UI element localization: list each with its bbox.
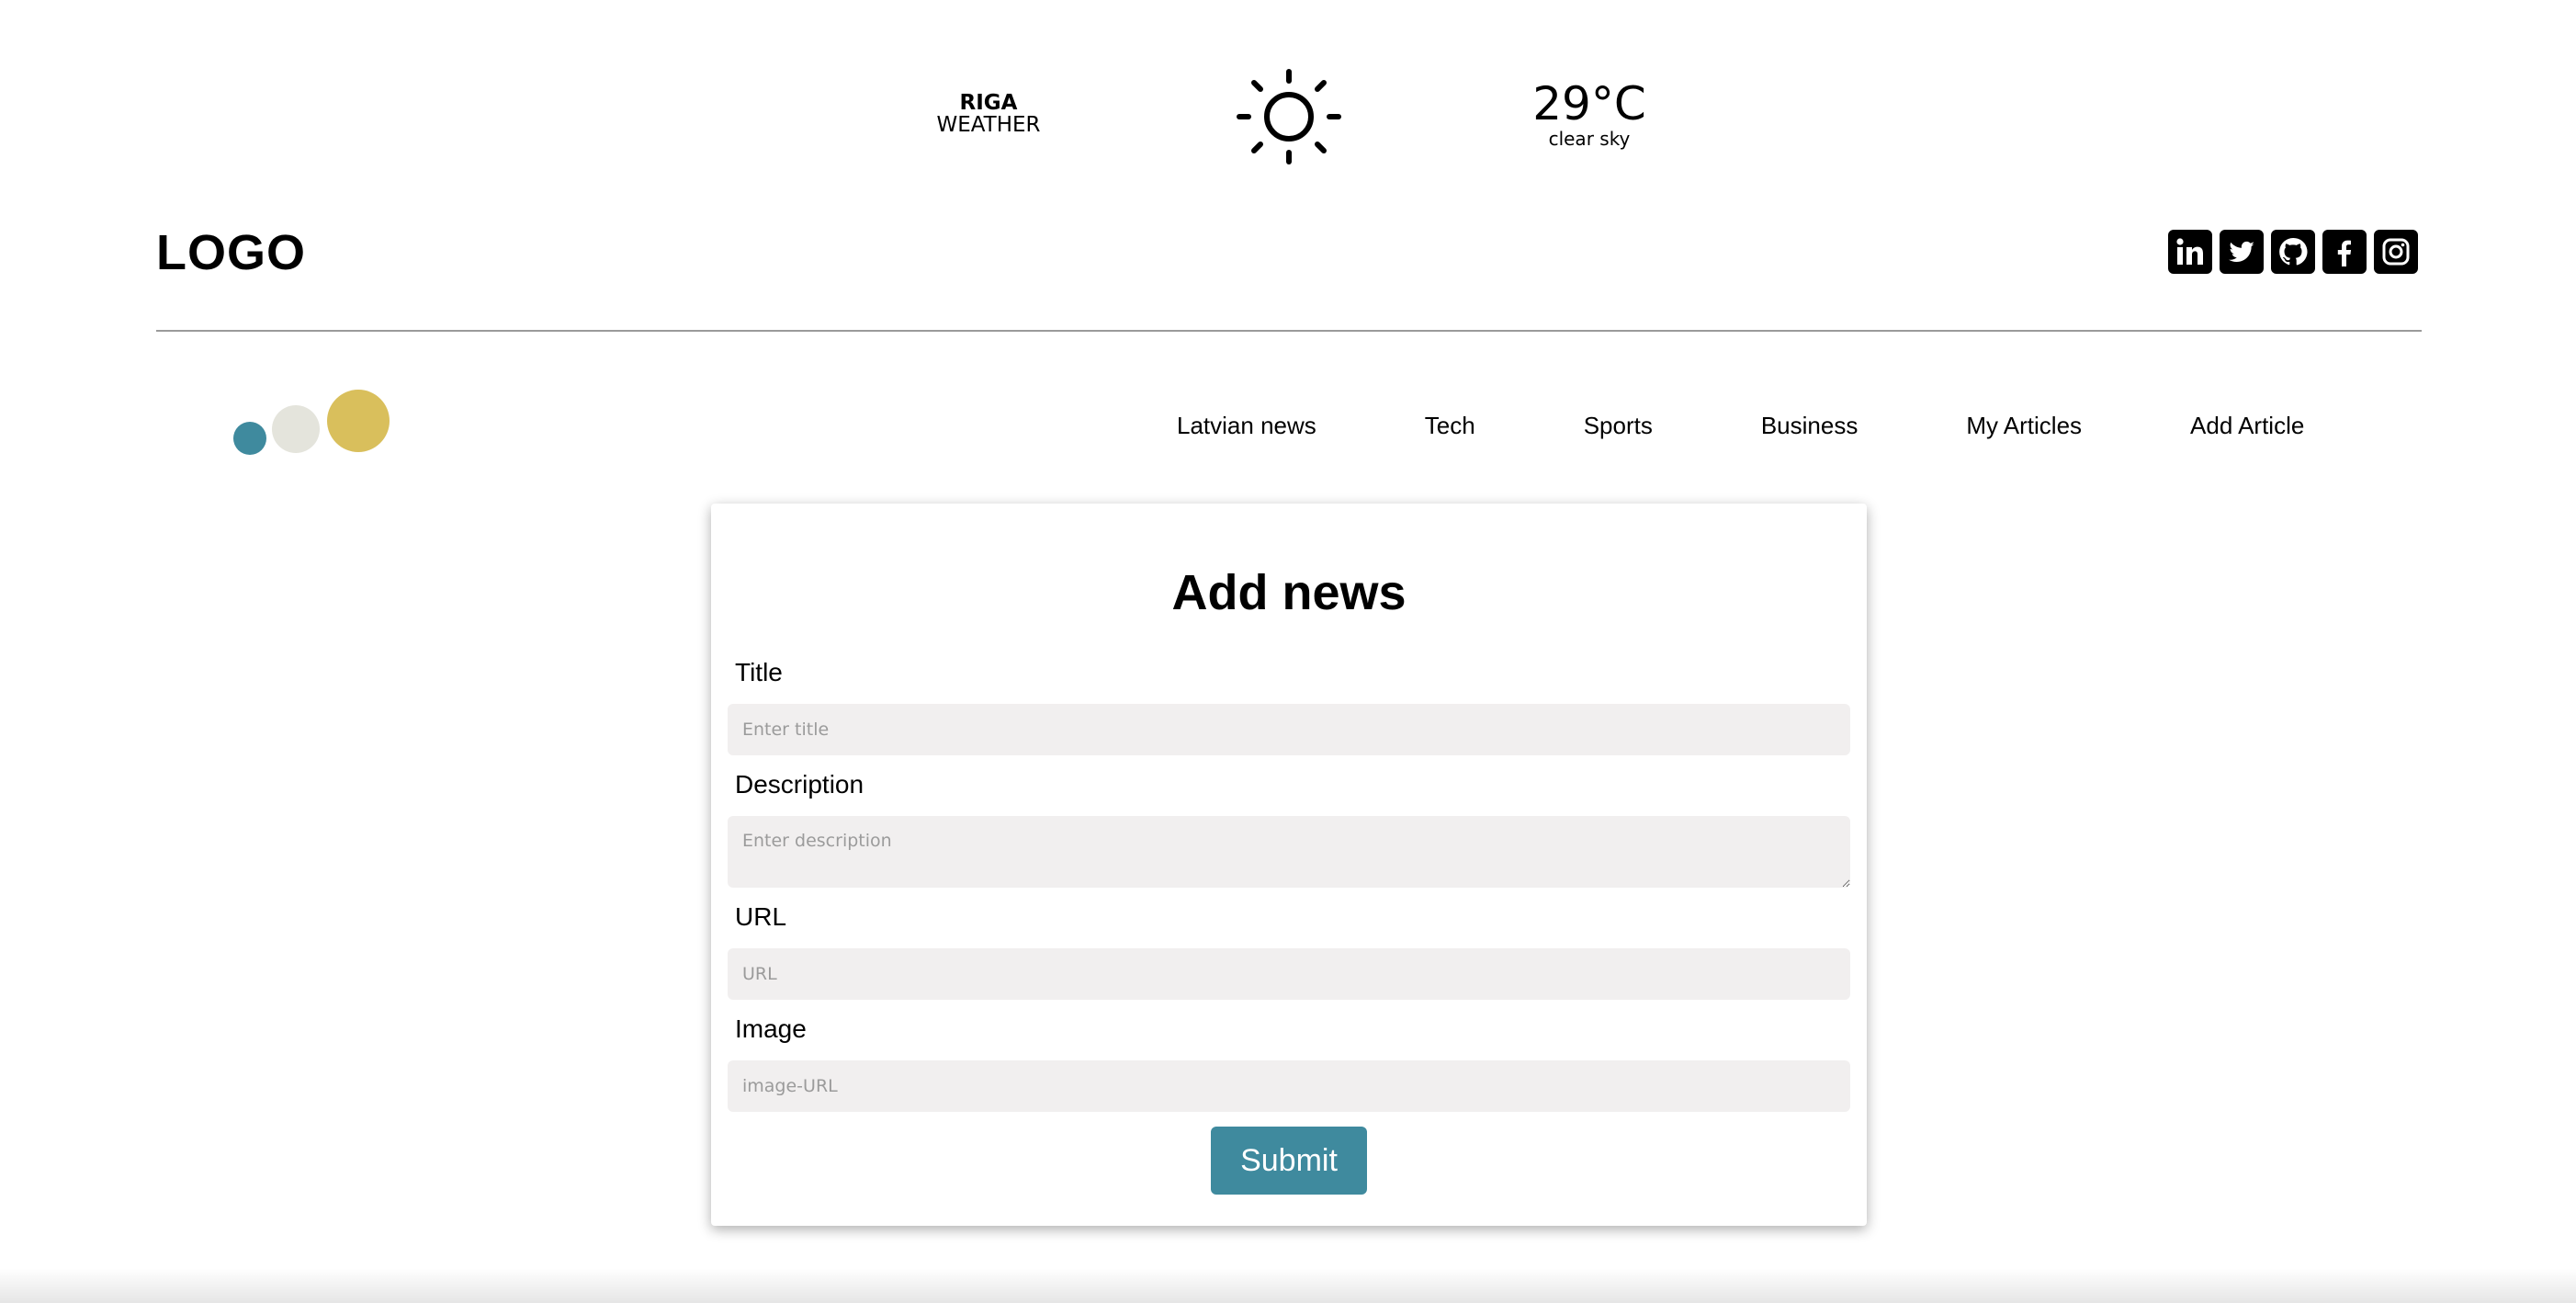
title-label: Title bbox=[735, 658, 783, 686]
twitter-icon[interactable] bbox=[2220, 230, 2264, 274]
submit-button[interactable]: Submit bbox=[1211, 1127, 1367, 1195]
nav-item-business[interactable]: Business bbox=[1761, 410, 1859, 441]
header-divider bbox=[156, 330, 2422, 332]
github-glyph bbox=[2279, 237, 2308, 266]
instagram-glyph bbox=[2382, 238, 2410, 266]
facebook-icon[interactable] bbox=[2322, 230, 2367, 274]
title-input[interactable] bbox=[728, 704, 1850, 755]
url-input[interactable] bbox=[728, 948, 1850, 1000]
weather-location: RIGA WEATHER bbox=[919, 92, 1058, 136]
bottom-shadow bbox=[0, 1268, 2576, 1303]
weather-label: WEATHER bbox=[936, 113, 1041, 138]
facebook-glyph bbox=[2337, 240, 2352, 266]
main-nav: Latvian news Tech Sports Business My Art… bbox=[1177, 410, 2304, 441]
nav-item-add-article[interactable]: Add Article bbox=[2190, 410, 2304, 441]
image-label: Image bbox=[735, 1014, 807, 1043]
nav-item-latvian-news[interactable]: Latvian news bbox=[1177, 410, 1316, 441]
twitter-glyph bbox=[2229, 241, 2254, 263]
decor-dot-large bbox=[327, 390, 390, 452]
add-news-form: Add news Title Description URL Image Sub… bbox=[711, 504, 1867, 1226]
image-url-input[interactable] bbox=[728, 1060, 1850, 1112]
weather-city: RIGA bbox=[959, 91, 1018, 115]
decor-dot-medium bbox=[272, 405, 320, 453]
nav-item-sports[interactable]: Sports bbox=[1584, 410, 1653, 441]
github-icon[interactable] bbox=[2271, 230, 2315, 274]
weather-readout: 29°C clear sky bbox=[1507, 77, 1672, 151]
nav-item-tech[interactable]: Tech bbox=[1425, 410, 1475, 441]
weather-temperature: 29°C bbox=[1532, 77, 1646, 130]
linkedin-icon[interactable] bbox=[2168, 230, 2212, 274]
description-label: Description bbox=[735, 770, 864, 799]
decor-dot-small bbox=[233, 422, 266, 455]
instagram-icon[interactable] bbox=[2374, 230, 2418, 274]
page: RIGA WEATHER 29°C clear sky LOGO Latvian… bbox=[0, 0, 2576, 1303]
sun-icon bbox=[1237, 69, 1341, 164]
url-label: URL bbox=[735, 902, 787, 931]
linkedin-glyph bbox=[2176, 238, 2203, 265]
form-heading: Add news bbox=[1171, 565, 1407, 620]
nav-item-my-articles[interactable]: My Articles bbox=[1966, 410, 2082, 441]
weather-description: clear sky bbox=[1548, 128, 1631, 150]
site-logo[interactable]: LOGO bbox=[156, 224, 306, 281]
social-links bbox=[2168, 230, 2418, 274]
description-textarea[interactable] bbox=[728, 816, 1850, 888]
